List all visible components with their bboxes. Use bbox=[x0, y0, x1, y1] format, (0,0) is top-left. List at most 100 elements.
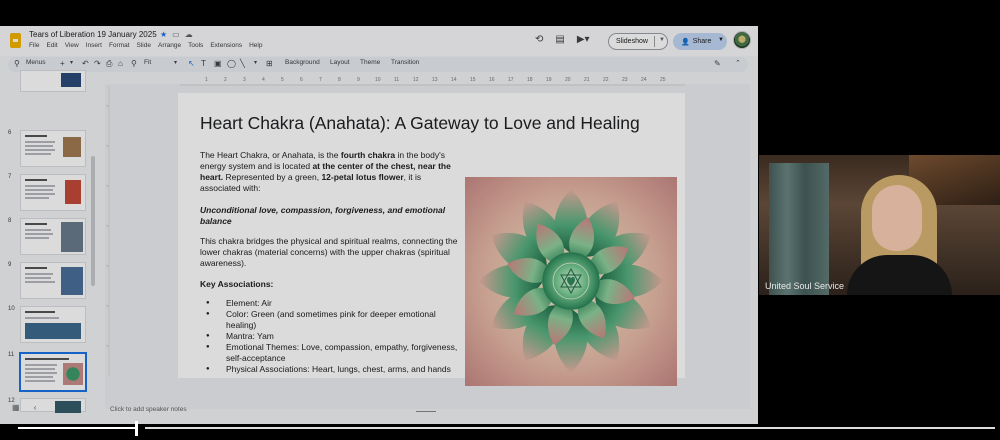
participant-video-tile[interactable]: United Soul Service bbox=[759, 155, 1000, 295]
filmstrip-scrollbar[interactable] bbox=[91, 156, 95, 286]
intro-bold: fourth chakra bbox=[340, 150, 396, 160]
document-title[interactable]: Tears of Liberation 19 January 2025 bbox=[29, 30, 157, 39]
slide-number: 8 bbox=[8, 218, 12, 224]
ruler-tick: 10 bbox=[375, 77, 381, 83]
pen-icon[interactable]: ✎ bbox=[714, 59, 721, 68]
theme-button[interactable]: Theme bbox=[360, 59, 380, 66]
chevron-up-icon[interactable]: ⌃ bbox=[735, 59, 741, 67]
ruler-tick: 3 bbox=[243, 77, 246, 83]
bottom-icons: ▦ ‹ bbox=[12, 403, 36, 412]
collapse-icon[interactable]: ‹ bbox=[34, 403, 37, 412]
search-icon[interactable]: ⚲ bbox=[14, 59, 20, 68]
background-button[interactable]: Background bbox=[285, 59, 320, 66]
chevron-down-icon[interactable]: ▾ bbox=[174, 59, 177, 66]
slide-number: 11 bbox=[8, 352, 15, 358]
comment-add-icon[interactable]: ⊞ bbox=[266, 59, 273, 68]
menu-slide[interactable]: Slide bbox=[137, 42, 151, 49]
undo-icon[interactable]: ↶ bbox=[82, 59, 89, 68]
slide-thumbnail[interactable] bbox=[20, 218, 86, 255]
thumbnail-line bbox=[25, 368, 55, 370]
thumbnail-line bbox=[25, 281, 55, 283]
key-associations-heading[interactable]: Key Associations: bbox=[200, 279, 462, 290]
menu-insert[interactable]: Insert bbox=[86, 42, 102, 49]
menu-bar: File Edit View Insert Format Slide Arran… bbox=[29, 42, 262, 49]
print-icon[interactable]: ⎙ bbox=[106, 59, 112, 69]
thumbnail-line bbox=[25, 233, 53, 235]
thumbnail-title bbox=[25, 311, 55, 313]
thumbnail-image bbox=[25, 323, 81, 339]
cloud-icon[interactable]: ☁ bbox=[185, 30, 193, 39]
menu-tools[interactable]: Tools bbox=[188, 42, 203, 49]
zoom-icon[interactable]: ⚲ bbox=[131, 59, 137, 68]
image-icon[interactable]: ▣ bbox=[214, 59, 222, 68]
slide-title[interactable]: Heart Chakra (Anahata): A Gateway to Lov… bbox=[200, 113, 640, 134]
slide-thumbnail[interactable] bbox=[20, 70, 86, 92]
chevron-down-icon[interactable]: ▼ bbox=[659, 37, 665, 43]
slide-thumbnail[interactable] bbox=[20, 130, 86, 167]
intro-text: Represented by a green, bbox=[223, 172, 322, 182]
ruler-tick: 21 bbox=[584, 77, 590, 83]
title-bar: Tears of Liberation 19 January 2025 ★ ▭ … bbox=[0, 26, 758, 56]
thumbnail-image bbox=[61, 73, 81, 87]
video-call-icon[interactable]: ▶▾ bbox=[577, 34, 590, 45]
qualities-text[interactable]: Unconditional love, compassion, forgiven… bbox=[200, 205, 462, 227]
line-icon[interactable]: ╲ bbox=[240, 59, 245, 68]
thumbnail-line bbox=[25, 185, 55, 187]
chevron-down-icon[interactable]: ▾ bbox=[254, 59, 257, 66]
bridge-paragraph[interactable]: This chakra bridges the physical and spi… bbox=[200, 236, 462, 269]
menu-arrange[interactable]: Arrange bbox=[158, 42, 181, 49]
slide-thumbnail[interactable] bbox=[20, 306, 86, 343]
transition-button[interactable]: Transition bbox=[391, 59, 419, 66]
account-avatar[interactable] bbox=[733, 31, 751, 49]
menu-extensions[interactable]: Extensions bbox=[210, 42, 242, 49]
paint-format-icon[interactable]: ⌂ bbox=[118, 59, 123, 68]
menu-edit[interactable]: Edit bbox=[46, 42, 57, 49]
share-button[interactable]: 👤 Share ▼ bbox=[673, 33, 727, 50]
folder-icon[interactable]: ▭ bbox=[172, 30, 180, 39]
thumbnail-image bbox=[65, 180, 81, 204]
list-item: Emotional Themes: Love, compassion, empa… bbox=[206, 342, 466, 364]
slide-thumbnail[interactable] bbox=[20, 262, 86, 299]
slides-logo-icon[interactable] bbox=[10, 33, 21, 48]
menu-file[interactable]: File bbox=[29, 42, 39, 49]
horizontal-ruler: 1 2 3 4 5 6 7 8 9 10 11 12 13 14 15 16 1… bbox=[180, 77, 685, 86]
slideshow-button[interactable]: Slideshow ▼ bbox=[608, 33, 668, 50]
select-cursor-icon[interactable]: ↖ bbox=[188, 59, 195, 68]
thumbnail-line bbox=[25, 197, 49, 199]
thumbnail-line bbox=[25, 193, 55, 195]
redo-icon[interactable]: ↷ bbox=[94, 59, 101, 68]
thumbnail-image bbox=[61, 267, 83, 295]
thumbnail-image bbox=[55, 401, 81, 413]
playback-progress-track[interactable] bbox=[145, 427, 995, 429]
shape-icon[interactable]: ◯ bbox=[227, 59, 236, 68]
slide-thumbnail-current[interactable] bbox=[19, 352, 87, 392]
grid-view-icon[interactable]: ▦ bbox=[12, 403, 20, 412]
playback-scrubber-handle[interactable] bbox=[135, 421, 138, 436]
intro-text: The Heart Chakra, or Anahata, is the bbox=[200, 150, 341, 160]
ruler-tick: 24 bbox=[641, 77, 647, 83]
layout-button[interactable]: Layout bbox=[330, 59, 350, 66]
chevron-down-icon[interactable]: ▼ bbox=[718, 37, 724, 43]
menu-format[interactable]: Format bbox=[109, 42, 130, 49]
current-slide[interactable]: Heart Chakra (Anahata): A Gateway to Lov… bbox=[178, 93, 685, 412]
ruler-tick: 8 bbox=[338, 77, 341, 83]
menu-view[interactable]: View bbox=[65, 42, 79, 49]
associations-list[interactable]: Element: Air Color: Green (and sometimes… bbox=[206, 298, 466, 375]
participant-name: United Soul Service bbox=[765, 281, 845, 291]
zoom-fit[interactable]: Fit bbox=[144, 59, 151, 66]
add-icon[interactable]: + bbox=[60, 59, 65, 68]
ruler-tick: 5 bbox=[281, 77, 284, 83]
comments-icon[interactable]: ▤ bbox=[555, 34, 564, 45]
slide-thumbnail[interactable] bbox=[20, 174, 86, 211]
ruler-tick: 14 bbox=[451, 77, 457, 83]
slide-number: 7 bbox=[8, 174, 12, 180]
chevron-down-icon[interactable]: ▾ bbox=[70, 59, 73, 66]
speaker-notes-area[interactable]: Click to add speaker notes bbox=[110, 406, 187, 413]
history-icon[interactable]: ⟲ bbox=[535, 34, 543, 45]
text-box-icon[interactable]: T bbox=[201, 59, 206, 68]
intro-paragraph[interactable]: The Heart Chakra, or Anahata, is the fou… bbox=[200, 150, 462, 194]
star-icon[interactable]: ★ bbox=[160, 30, 167, 39]
heart-chakra-lotus-image[interactable] bbox=[465, 177, 677, 386]
menu-help[interactable]: Help bbox=[249, 42, 262, 49]
menus-search[interactable]: Menus bbox=[26, 59, 46, 66]
